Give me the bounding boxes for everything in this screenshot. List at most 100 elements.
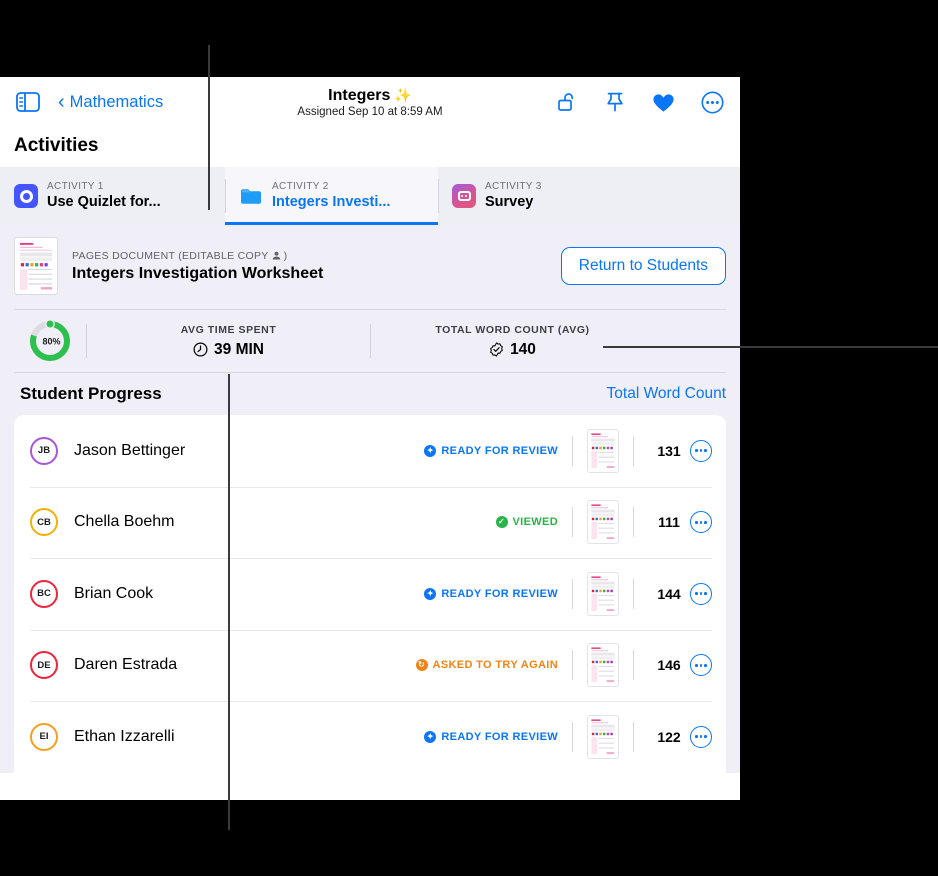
status-badge: ✦ READY FOR REVIEW — [424, 587, 558, 600]
refresh-badge-icon: ↻ — [415, 659, 428, 672]
activity-detail-panel: PAGES DOCUMENT (EDITABLE COPY ) Integers… — [0, 225, 740, 773]
submission-thumbnail[interactable] — [587, 643, 619, 688]
unlock-icon[interactable] — [556, 91, 578, 113]
badge-check-icon — [490, 342, 503, 357]
document-thumbnail[interactable] — [14, 237, 58, 295]
table-row[interactable]: DE Daren Estrada ↻ ASKED TO TRY AGAIN 14… — [14, 629, 726, 702]
toolbar-actions — [556, 91, 724, 114]
stat-avg-time-value: 39 MIN — [214, 340, 264, 358]
word-count: 111 — [658, 514, 680, 531]
row-more-icon[interactable] — [690, 654, 712, 677]
word-count: 131 — [657, 442, 681, 459]
tab-activity-3-name: Survey — [485, 194, 534, 211]
row-separator-1 — [572, 507, 573, 538]
word-count: 146 — [657, 657, 681, 674]
tab-activity-2-name: Integers Investi... — [272, 194, 391, 211]
total-word-count-link[interactable]: Total Word Count — [607, 385, 726, 403]
tab-activity-2-text: ACTIVITY 2 Integers Investi... — [272, 180, 390, 211]
submission-thumbnail[interactable] — [587, 714, 619, 759]
back-button-label: Mathematics — [69, 92, 164, 111]
heart-icon[interactable] — [652, 92, 675, 113]
tab-activity-2[interactable]: ACTIVITY 2 Integers Investi... — [225, 167, 438, 225]
stat-avg-time-label: AVG TIME SPENT — [180, 323, 277, 336]
document-meta: PAGES DOCUMENT (EDITABLE COPY ) Integers… — [72, 250, 547, 283]
document-kicker-close: ) — [283, 249, 288, 262]
return-to-students-button[interactable]: Return to Students — [560, 247, 726, 285]
table-row[interactable]: JB Jason Bettinger ✦ READY FOR REVIEW 13… — [14, 415, 726, 487]
quizlet-icon — [14, 184, 38, 208]
row-right-group: ✦ READY FOR REVIEW — [424, 714, 712, 759]
stats-row: 80% AVG TIME SPENT 39 MIN TOTAL WORD COU… — [14, 310, 726, 372]
more-circle-icon[interactable] — [701, 91, 724, 114]
row-separator-1 — [572, 650, 573, 681]
document-kicker: PAGES DOCUMENT (EDITABLE COPY ) — [72, 250, 547, 262]
sidebar-icon[interactable] — [16, 92, 40, 112]
annotation-line-time-spent — [228, 374, 230, 830]
tab-activity-3[interactable]: ACTIVITY 3 Survey — [438, 167, 740, 225]
completion-ring-label: 80% — [42, 337, 60, 347]
stat-avg-time-value-group: 39 MIN — [87, 341, 370, 359]
table-row[interactable]: BC Brian Cook ✦ READY FOR REVIEW 144 — [14, 558, 726, 630]
avatar: BC — [30, 579, 58, 608]
row-separator-1 — [572, 435, 573, 466]
avatar: EI — [30, 722, 58, 751]
activity-tabs-container: ACTIVITY 1 Use Quizlet for... ACTIVITY 2… — [0, 167, 740, 225]
status-badge: ✦ READY FOR REVIEW — [424, 730, 558, 743]
row-separator-2 — [633, 650, 634, 681]
status-badge-label: READY FOR REVIEW — [441, 444, 558, 457]
status-badge: ↻ ASKED TO TRY AGAIN — [415, 659, 558, 672]
annotation-line-word-count — [603, 346, 938, 348]
student-name: Ethan Izzarelli — [74, 727, 175, 745]
row-more-icon[interactable] — [690, 511, 712, 534]
star-badge-icon: ✦ — [424, 730, 437, 743]
status-badge-label: READY FOR REVIEW — [441, 730, 558, 743]
table-row[interactable]: CB Chella Boehm ✓ VIEWED 111 — [14, 486, 726, 559]
row-right-group: ✦ READY FOR REVIEW — [424, 428, 712, 473]
back-button[interactable]: ‹ Mathematics — [58, 92, 163, 112]
row-separator-2 — [633, 578, 634, 609]
star-badge-icon: ✦ — [424, 444, 437, 457]
student-list: JB Jason Bettinger ✦ READY FOR REVIEW 13… — [14, 415, 726, 773]
stat-total-word-count: TOTAL WORD COUNT (AVG) 140 — [371, 324, 654, 359]
stat-avg-time-spent: AVG TIME SPENT 39 MIN — [87, 324, 370, 359]
row-more-icon[interactable] — [690, 725, 712, 748]
star-badge-icon: ✦ — [424, 587, 437, 600]
tab-activity-1-name: Use Quizlet for... — [47, 194, 161, 211]
row-right-group: ↻ ASKED TO TRY AGAIN 146 — [415, 643, 712, 688]
clock-icon — [193, 342, 208, 357]
row-separator-2 — [633, 507, 634, 538]
row-more-icon[interactable] — [690, 582, 712, 605]
avatar: JB — [30, 436, 58, 465]
avatar: CB — [30, 508, 58, 537]
folder-icon — [239, 184, 263, 208]
submission-thumbnail[interactable] — [587, 428, 619, 473]
submission-thumbnail[interactable] — [587, 571, 619, 616]
toolbar-left-group: ‹ Mathematics — [16, 92, 163, 112]
sparkles-icon: ✨ — [394, 87, 412, 104]
student-name: Daren Estrada — [74, 656, 178, 674]
student-name: Jason Bettinger — [74, 441, 186, 459]
document-row: PAGES DOCUMENT (EDITABLE COPY ) Integers… — [14, 225, 726, 309]
tab-activity-2-kicker: ACTIVITY 2 — [272, 181, 329, 193]
chevron-left-icon: ‹ — [58, 91, 65, 113]
completion-ring: 80% — [14, 318, 86, 364]
word-count: 122 — [657, 728, 681, 745]
submission-thumbnail[interactable] — [587, 500, 619, 545]
avatar: DE — [30, 651, 58, 680]
status-badge-label: READY FOR REVIEW — [441, 587, 558, 600]
student-progress-header: Student Progress Total Word Count — [14, 373, 726, 415]
activities-heading: Activities — [14, 135, 99, 156]
tab-activity-1[interactable]: ACTIVITY 1 Use Quizlet for... — [0, 167, 225, 225]
tab-activity-1-kicker: ACTIVITY 1 — [47, 181, 104, 193]
page-title-text: Integers — [328, 86, 391, 104]
status-badge-label: VIEWED — [512, 516, 558, 529]
row-separator-1 — [572, 578, 573, 609]
row-separator-1 — [572, 721, 573, 752]
table-row[interactable]: EI Ethan Izzarelli ✦ READY FOR REVIEW 12… — [14, 701, 726, 773]
row-more-icon[interactable] — [690, 439, 712, 462]
page-title: Integers ✨ — [328, 86, 412, 105]
person-icon — [272, 251, 280, 260]
status-badge: ✦ READY FOR REVIEW — [424, 444, 558, 457]
pin-icon[interactable] — [604, 91, 626, 113]
document-name: Integers Investigation Worksheet — [72, 264, 324, 282]
